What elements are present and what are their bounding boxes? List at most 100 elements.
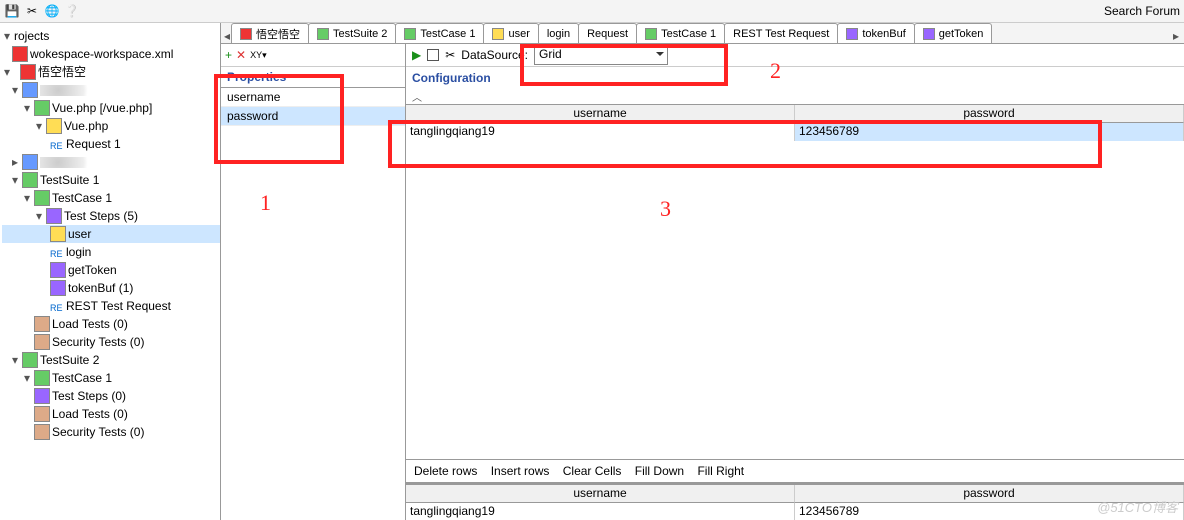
run-icon[interactable]: ▶ xyxy=(412,48,421,62)
cell-username[interactable]: tanglingqiang19 xyxy=(406,123,795,141)
tree-testsuite2[interactable]: ▾TestSuite 2 xyxy=(2,351,220,369)
rest-icon: REST xyxy=(50,137,64,151)
property-row[interactable]: password xyxy=(221,107,405,126)
cut-icon[interactable]: ✂ xyxy=(24,3,40,19)
datasource-editor: + ✕ XY▾ Properties username password ▶ ✂ xyxy=(221,44,1184,520)
project-icon xyxy=(20,64,36,80)
tab-testcase1[interactable]: TestCase 1 xyxy=(395,23,484,43)
results-row[interactable]: tanglingqiang19 123456789 xyxy=(406,503,1184,520)
tree-interface[interactable]: ▾ xyxy=(2,81,220,99)
col-username[interactable]: username xyxy=(406,485,795,503)
project-tree[interactable]: ▾rojects wokespace-workspace.xml ▾悟空悟空 ▾… xyxy=(0,23,220,441)
tree-testcase1[interactable]: ▾TestCase 1 xyxy=(2,189,220,207)
security-icon xyxy=(34,334,50,350)
steps-icon xyxy=(34,388,50,404)
datasource-icon xyxy=(50,226,66,242)
tree-step-rest[interactable]: REREST Test Request xyxy=(2,297,220,315)
insert-rows-button[interactable]: Insert rows xyxy=(491,464,550,478)
datasource-main: ▶ ✂ DataSource: Grid Configuration ︿ use… xyxy=(406,44,1184,520)
rest-icon: RE xyxy=(50,299,64,313)
tab-login[interactable]: login xyxy=(538,23,579,43)
props-icon xyxy=(50,280,66,296)
datasource-grid: username password tanglingqiang19 123456… xyxy=(406,104,1184,459)
col-username[interactable]: username xyxy=(406,105,795,123)
interface-icon xyxy=(22,154,38,170)
testsuite-icon xyxy=(22,352,38,368)
tab-gettoken[interactable]: getToken xyxy=(914,23,993,43)
rename-icon[interactable]: XY▾ xyxy=(250,50,267,61)
tree-workspace-file[interactable]: wokespace-workspace.xml xyxy=(2,45,220,63)
fill-down-button[interactable]: Fill Down xyxy=(635,464,684,478)
tree-vue-service[interactable]: ▾Vue.php [/vue.php] xyxy=(2,99,220,117)
tree-step-gettoken[interactable]: getToken xyxy=(2,261,220,279)
resource-icon xyxy=(46,118,62,134)
tab-testcase1b[interactable]: TestCase 1 xyxy=(636,23,725,43)
grid-body[interactable]: tanglingqiang19 123456789 xyxy=(406,123,1184,459)
tab-user[interactable]: user xyxy=(483,23,538,43)
testsuite-icon xyxy=(317,28,329,40)
add-icon[interactable]: + xyxy=(225,48,232,62)
datasource-icon xyxy=(492,28,504,40)
properties-toolbar: + ✕ XY▾ xyxy=(221,44,405,67)
tree-teststeps0[interactable]: Test Steps (0) xyxy=(2,387,220,405)
main-split: ▾rojects wokespace-workspace.xml ▾悟空悟空 ▾… xyxy=(0,23,1184,520)
tree-sectests2[interactable]: Security Tests (0) xyxy=(2,423,220,441)
grid-actions: Delete rows Insert rows Clear Cells Fill… xyxy=(406,459,1184,482)
tree-testcase1b[interactable]: ▾TestCase 1 xyxy=(2,369,220,387)
tree-testsuite1[interactable]: ▾TestSuite 1 xyxy=(2,171,220,189)
help-icon[interactable]: ❔ xyxy=(64,3,80,19)
cut-icon[interactable]: ✂ xyxy=(445,48,455,62)
testcase-icon xyxy=(34,190,50,206)
props-icon xyxy=(846,28,858,40)
editor-tabs: ◂ 悟空悟空 TestSuite 2 TestCase 1 user login… xyxy=(221,23,1184,44)
datasource-type-select[interactable]: Grid xyxy=(534,46,668,65)
tab-rest[interactable]: REST Test Request xyxy=(724,23,838,43)
tree-teststeps[interactable]: ▾Test Steps (5) xyxy=(2,207,220,225)
tree-step-tokenbuf[interactable]: tokenBuf (1) xyxy=(2,279,220,297)
project-tree-pane: ▾rojects wokespace-workspace.xml ▾悟空悟空 ▾… xyxy=(0,23,221,520)
cell-username: tanglingqiang19 xyxy=(406,503,795,520)
col-password[interactable]: password xyxy=(795,105,1184,123)
tab-tokenbuf[interactable]: tokenBuf xyxy=(837,23,914,43)
tab-wukong[interactable]: 悟空悟空 xyxy=(231,23,309,43)
watermark: @51CTO博客 xyxy=(1097,497,1178,516)
top-toolbar: 💾 ✂ 🌐 ❔ Search Forum xyxy=(0,0,1184,23)
tab-scroll-left-icon[interactable]: ◂ xyxy=(223,29,231,43)
stop-icon[interactable] xyxy=(427,49,439,61)
tree-loadtests1[interactable]: Load Tests (0) xyxy=(2,315,220,333)
clear-cells-button[interactable]: Clear Cells xyxy=(563,464,622,478)
tree-project-wukong[interactable]: ▾悟空悟空 xyxy=(2,63,220,81)
config-collapse-icon[interactable]: ︿ xyxy=(406,89,1184,104)
steps-icon xyxy=(46,208,62,224)
world-icon[interactable]: 🌐 xyxy=(44,3,60,19)
tree-interface2[interactable]: ▸ xyxy=(2,153,220,171)
annotation-label-2: 2 xyxy=(770,58,781,84)
annotation-label-1: 1 xyxy=(260,190,271,216)
results-grid: username password tanglingqiang19 123456… xyxy=(406,482,1184,520)
smudge-icon xyxy=(40,85,100,96)
cell-password[interactable]: 123456789 xyxy=(795,123,1184,141)
editor-area: ◂ 悟空悟空 TestSuite 2 TestCase 1 user login… xyxy=(221,23,1184,520)
tree-sectests1[interactable]: Security Tests (0) xyxy=(2,333,220,351)
properties-heading: Properties xyxy=(221,67,405,88)
tab-request[interactable]: Request xyxy=(578,23,637,43)
security-icon xyxy=(34,424,50,440)
properties-list[interactable]: username password xyxy=(221,88,405,520)
tab-scroll-right-icon[interactable]: ▸ xyxy=(1168,29,1184,43)
tree-loadtests2[interactable]: Load Tests (0) xyxy=(2,405,220,423)
tree-step-user[interactable]: user xyxy=(2,225,220,243)
tree-request1[interactable]: RESTRequest 1 xyxy=(2,135,220,153)
property-row[interactable]: username xyxy=(221,88,405,107)
load-icon xyxy=(34,406,50,422)
delete-rows-button[interactable]: Delete rows xyxy=(414,464,477,478)
tree-vue-resource[interactable]: ▾Vue.php xyxy=(2,117,220,135)
tree-projects-root[interactable]: ▾rojects xyxy=(2,27,220,45)
save-icon[interactable]: 💾 xyxy=(4,3,20,19)
grid-row[interactable]: tanglingqiang19 123456789 xyxy=(406,123,1184,141)
remove-icon[interactable]: ✕ xyxy=(236,48,246,62)
tab-testsuite2[interactable]: TestSuite 2 xyxy=(308,23,396,43)
search-forum-link[interactable]: Search Forum xyxy=(1104,4,1180,18)
tree-step-login[interactable]: RElogin xyxy=(2,243,220,261)
load-icon xyxy=(34,316,50,332)
fill-right-button[interactable]: Fill Right xyxy=(697,464,744,478)
